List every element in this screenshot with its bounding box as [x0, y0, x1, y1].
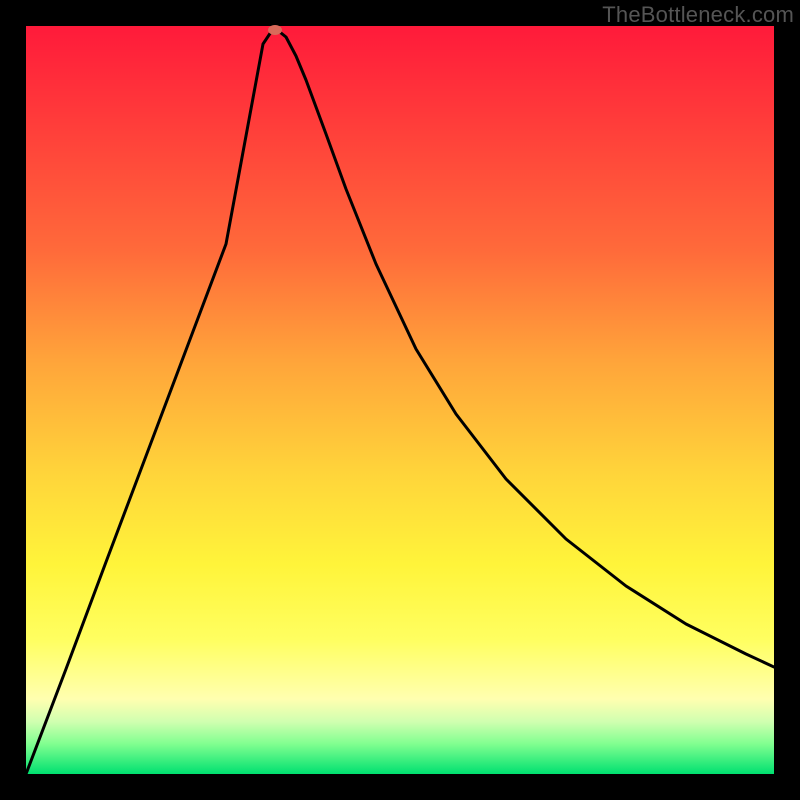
- bottleneck-curve: [26, 26, 774, 774]
- minimum-marker: [268, 25, 282, 35]
- watermark-text: TheBottleneck.com: [602, 2, 794, 28]
